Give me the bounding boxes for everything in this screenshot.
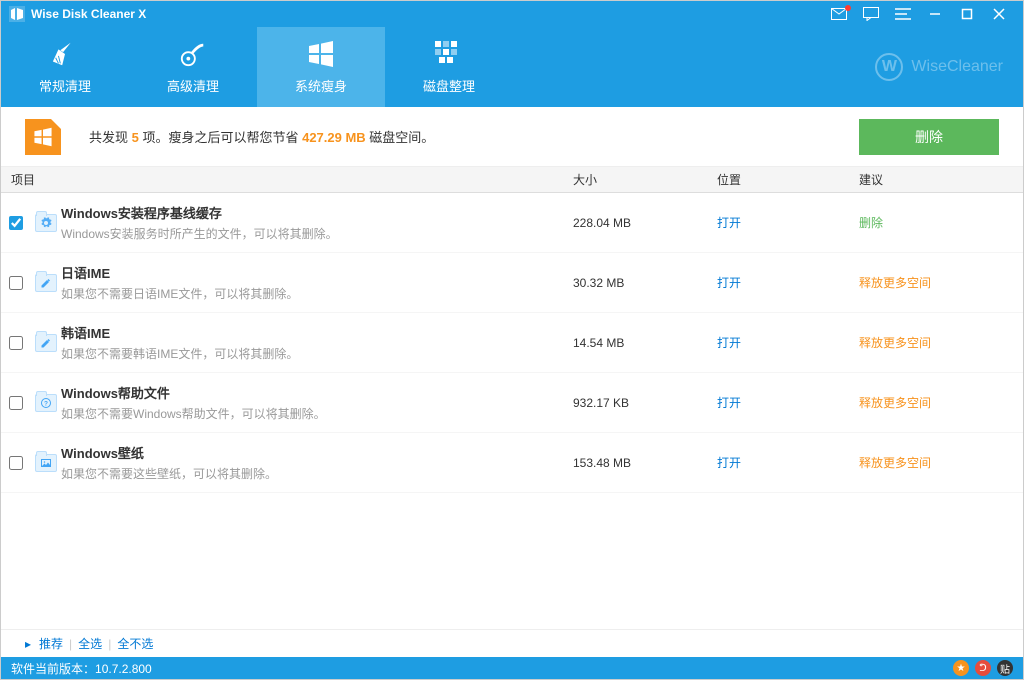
maximize-button[interactable] bbox=[951, 1, 983, 27]
row-title: 日语IME bbox=[61, 263, 573, 282]
close-button[interactable] bbox=[983, 1, 1015, 27]
defrag-icon bbox=[435, 40, 463, 68]
link-recommend[interactable]: 推荐 bbox=[39, 635, 63, 652]
open-link[interactable]: 打开 bbox=[717, 396, 741, 410]
table-row: Windows安装程序基线缓存 Windows安装服务时所产生的文件，可以将其删除… bbox=[1, 193, 1023, 253]
row-checkbox[interactable] bbox=[9, 216, 23, 230]
weibo-icon[interactable]: ᕤ bbox=[975, 660, 991, 676]
row-suggestion: 释放更多空间 bbox=[859, 394, 1023, 411]
version-text: 软件当前版本：10.7.2.800 bbox=[11, 660, 953, 677]
social-icon-3[interactable]: 贴 bbox=[997, 660, 1013, 676]
row-suggestion: 释放更多空间 bbox=[859, 274, 1023, 291]
row-desc: Windows安装服务时所产生的文件，可以将其删除。 bbox=[61, 225, 573, 242]
row-size: 30.32 MB bbox=[573, 276, 717, 290]
titlebar: Wise Disk Cleaner X bbox=[1, 1, 1023, 27]
row-suggestion: 删除 bbox=[859, 214, 1023, 231]
summary-bar: 共发现 5 项。瘦身之后可以帮您节省 427.29 MB 磁盘空间。 删除 bbox=[1, 107, 1023, 167]
row-desc: 如果您不需要这些壁纸，可以将其删除。 bbox=[61, 465, 573, 482]
tab-label: 常规清理 bbox=[39, 76, 91, 95]
vacuum-icon bbox=[179, 40, 207, 68]
folder-icon bbox=[35, 214, 57, 232]
open-link[interactable]: 打开 bbox=[717, 336, 741, 350]
app-icon bbox=[9, 6, 25, 22]
folder-icon: ? bbox=[35, 394, 57, 412]
footer-links: ▸推荐 | 全选 | 全不选 bbox=[1, 629, 1023, 657]
row-desc: 如果您不需要韩语IME文件，可以将其删除。 bbox=[61, 345, 573, 362]
row-size: 932.17 KB bbox=[573, 396, 717, 410]
tabbar: 常规清理 高级清理 系统瘦身 磁盘整理 W WiseCleaner bbox=[1, 27, 1023, 107]
tab-system-slim[interactable]: 系统瘦身 bbox=[257, 27, 385, 107]
svg-text:?: ? bbox=[44, 400, 48, 407]
row-checkbox[interactable] bbox=[9, 336, 23, 350]
delete-button[interactable]: 删除 bbox=[859, 119, 999, 155]
brand-logo: W WiseCleaner bbox=[875, 53, 1003, 81]
social-icons: ★ ᕤ 贴 bbox=[953, 660, 1013, 676]
folder-icon bbox=[35, 274, 57, 292]
table-row: 韩语IME 如果您不需要韩语IME文件，可以将其删除。14.54 MB打开 释放更多… bbox=[1, 313, 1023, 373]
tab-advanced-clean[interactable]: 高级清理 bbox=[129, 27, 257, 107]
row-desc: 如果您不需要日语IME文件，可以将其删除。 bbox=[61, 285, 573, 302]
row-size: 14.54 MB bbox=[573, 336, 717, 350]
tab-label: 磁盘整理 bbox=[423, 76, 475, 95]
minimize-button[interactable] bbox=[919, 1, 951, 27]
social-icon-1[interactable]: ★ bbox=[953, 660, 969, 676]
col-location: 位置 bbox=[717, 171, 859, 188]
app-window: Wise Disk Cleaner X 常规清理 bbox=[0, 0, 1024, 680]
open-link[interactable]: 打开 bbox=[717, 216, 741, 230]
row-suggestion: 释放更多空间 bbox=[859, 334, 1023, 351]
table-body: Windows安装程序基线缓存 Windows安装服务时所产生的文件，可以将其删除… bbox=[1, 193, 1023, 629]
broom-icon bbox=[51, 40, 79, 68]
menu-icon[interactable] bbox=[887, 1, 919, 27]
row-suggestion: 释放更多空间 bbox=[859, 454, 1023, 471]
row-checkbox[interactable] bbox=[9, 456, 23, 470]
app-title: Wise Disk Cleaner X bbox=[31, 7, 146, 21]
row-title: Windows壁纸 bbox=[61, 443, 573, 462]
row-title: Windows帮助文件 bbox=[61, 383, 573, 402]
table-row: ? Windows帮助文件如果您不需要Windows帮助文件，可以将其删除。932… bbox=[1, 373, 1023, 433]
table-row: Windows壁纸如果您不需要这些壁纸，可以将其删除。153.48 MB打开 释放… bbox=[1, 433, 1023, 493]
table-row: 日语IME 如果您不需要日语IME文件，可以将其删除。30.32 MB打开 释放更多… bbox=[1, 253, 1023, 313]
summary-icon bbox=[25, 119, 61, 155]
folder-icon bbox=[35, 334, 57, 352]
tab-common-clean[interactable]: 常规清理 bbox=[1, 27, 129, 107]
mail-icon[interactable] bbox=[823, 1, 855, 27]
col-item: 项目 bbox=[1, 171, 573, 188]
row-title: 韩语IME bbox=[61, 323, 573, 342]
link-select-all[interactable]: 全选 bbox=[78, 635, 102, 652]
feedback-icon[interactable] bbox=[855, 1, 887, 27]
link-select-none[interactable]: 全不选 bbox=[117, 635, 153, 652]
summary-text: 共发现 5 项。瘦身之后可以帮您节省 427.29 MB 磁盘空间。 bbox=[89, 127, 859, 146]
row-checkbox[interactable] bbox=[9, 276, 23, 290]
row-size: 228.04 MB bbox=[573, 216, 717, 230]
open-link[interactable]: 打开 bbox=[717, 276, 741, 290]
brand-name: WiseCleaner bbox=[911, 58, 1003, 76]
tab-defrag[interactable]: 磁盘整理 bbox=[385, 27, 513, 107]
row-size: 153.48 MB bbox=[573, 456, 717, 470]
tab-label: 系统瘦身 bbox=[295, 76, 347, 95]
open-link[interactable]: 打开 bbox=[717, 456, 741, 470]
table-header: 项目 大小 位置 建议 bbox=[1, 167, 1023, 193]
col-suggestion: 建议 bbox=[859, 171, 1023, 188]
row-desc: 如果您不需要Windows帮助文件，可以将其删除。 bbox=[61, 405, 573, 422]
col-size: 大小 bbox=[573, 171, 717, 188]
brand-icon: W bbox=[875, 53, 903, 81]
statusbar: 软件当前版本：10.7.2.800 ★ ᕤ 贴 bbox=[1, 657, 1023, 679]
row-title: Windows安装程序基线缓存 bbox=[61, 203, 573, 222]
windows-icon bbox=[307, 40, 335, 68]
tab-label: 高级清理 bbox=[167, 76, 219, 95]
folder-icon bbox=[35, 454, 57, 472]
row-checkbox[interactable] bbox=[9, 396, 23, 410]
